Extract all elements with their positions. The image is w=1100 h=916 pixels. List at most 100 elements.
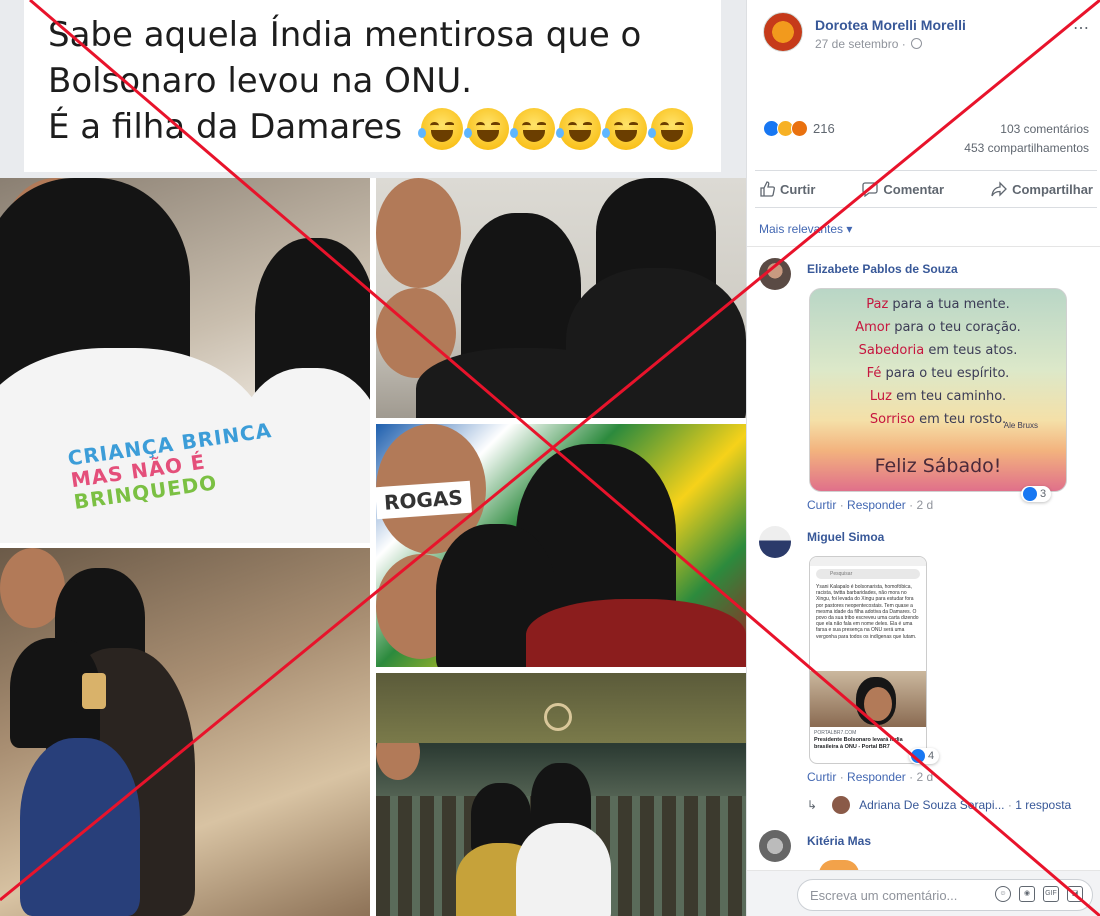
comment-like-link[interactable]: Curtir — [807, 770, 836, 784]
angry-reaction-icon — [791, 120, 808, 137]
share-button-label: Compartilhar — [1012, 181, 1093, 197]
comment-reply-link[interactable]: Responder — [847, 770, 906, 784]
phone-link-caption: PORTALBR7.COM Presidente Bolsonaro levar… — [814, 730, 926, 751]
comment-item: Elizabete Pablos de Souza Paz para a tua… — [759, 258, 1095, 518]
banner-text: ROGAS — [376, 480, 472, 520]
comment-reaction-count: 3 — [1040, 488, 1047, 500]
post-date-text[interactable]: 27 de setembro · — [815, 37, 906, 51]
reply-avatar — [832, 796, 851, 814]
comment-button[interactable]: Comentar — [862, 181, 944, 197]
card-word: Luz — [869, 389, 892, 404]
gif-icon[interactable]: GIF — [1043, 886, 1059, 902]
camera-icon[interactable]: ◉ — [1019, 886, 1035, 902]
screenshot-root: Sabe aquela Índia mentirosa que o Bolson… — [0, 0, 1100, 916]
card-phrase: para o teu coração. — [890, 320, 1021, 335]
collage-photo-un-assembly — [376, 673, 746, 916]
like-reaction-icon — [1023, 487, 1037, 501]
tears-of-joy-emoji — [601, 107, 647, 150]
comment-button-label: Comentar — [883, 181, 945, 197]
speech-bubble-icon — [862, 182, 879, 197]
comment-time[interactable]: 2 d — [916, 498, 933, 512]
comment-actions: Curtir · Responder · 2 d — [807, 770, 934, 784]
reply-count[interactable]: 1 resposta — [1015, 798, 1071, 812]
globe-icon — [911, 38, 923, 49]
phone-link-title: Presidente Bolsonaro levará índia brasil… — [814, 737, 903, 750]
author-name[interactable]: Dorotea Morelli Morelli — [815, 17, 966, 33]
card-footer: Feliz Sábado! — [874, 455, 1002, 477]
comment-actions: Curtir · Responder · 2 d — [807, 498, 934, 512]
comment-item: Miguel Simoa Pesquisar Ysani Kalapalo é … — [759, 526, 1095, 788]
author-avatar[interactable] — [763, 12, 803, 52]
commenter-name[interactable]: Miguel Simoa — [807, 530, 884, 544]
card-word: Amor — [855, 320, 891, 335]
more-options-icon[interactable]: ⋯ — [1073, 18, 1089, 38]
card-word: Sorriso — [869, 412, 915, 427]
post-stats: 216 103 comentários 453 compartilhamento… — [763, 118, 1089, 160]
un-emblem — [544, 703, 572, 731]
thumbs-up-icon — [760, 181, 775, 197]
comment-reaction-badge[interactable]: 3 — [1021, 486, 1052, 502]
card-word: Fé — [866, 366, 882, 381]
card-word: Paz — [866, 297, 889, 312]
post-date[interactable]: 27 de setembro · — [815, 37, 923, 51]
reply-author[interactable]: Adriana De Souza Serapi... — [859, 798, 1004, 812]
commenter-name[interactable]: Kitéria Mas — [807, 834, 871, 848]
emoji-row — [417, 107, 693, 150]
sticker-icon[interactable]: ◪ — [1067, 886, 1083, 902]
like-button[interactable]: Curtir — [759, 181, 815, 197]
like-reaction-icon — [911, 749, 925, 763]
reaction-count[interactable]: 216 — [813, 121, 835, 136]
commenter-avatar[interactable] — [759, 526, 791, 558]
like-button-label: Curtir — [780, 181, 816, 197]
commenter-avatar[interactable] — [759, 258, 791, 290]
comment-screenshot-image[interactable]: Pesquisar Ysani Kalapalo é bolsonarista,… — [809, 556, 927, 764]
composer-icons: ☺ ◉ GIF ◪ — [995, 886, 1083, 902]
card-signature: Ale Bruxs — [1003, 421, 1038, 430]
comment-time[interactable]: 2 d — [916, 770, 933, 784]
collage-photo-mirror-selfie — [0, 548, 370, 916]
caption-line-3: É a filha da Damares — [48, 104, 697, 150]
comment-image-card[interactable]: Paz para a tua mente. Amor para o teu co… — [809, 288, 1067, 492]
divider — [747, 246, 1100, 247]
commenter-name[interactable]: Elizabete Pablos de Souza — [807, 262, 958, 276]
tears-of-joy-emoji — [509, 107, 555, 150]
comment-count[interactable]: 103 comentários — [1000, 122, 1089, 136]
share-count[interactable]: 453 compartilhamentos — [964, 141, 1089, 155]
tears-of-joy-emoji — [463, 107, 509, 150]
card-phrase: para o teu espírito. — [881, 366, 1010, 381]
emoji-icon[interactable]: ☺ — [995, 886, 1011, 902]
phone-link-photo — [810, 671, 926, 727]
tears-of-joy-emoji — [417, 107, 463, 150]
comment-reaction-badge[interactable]: 4 — [909, 748, 940, 764]
post-image-area[interactable]: Sabe aquela Índia mentirosa que o Bolson… — [0, 0, 746, 916]
caption-line-2: Bolsonaro levou na ONU. — [48, 61, 473, 101]
reply-arrow-icon: ↳ — [807, 798, 818, 812]
reaction-summary[interactable]: 216 — [763, 120, 835, 137]
commenter-avatar[interactable] — [759, 830, 791, 862]
card-phrase: em teu caminho. — [891, 389, 1007, 404]
reply-thread-link[interactable]: ↳ Adriana De Souza Serapi... · 1 respost… — [807, 796, 1097, 814]
comment-like-link[interactable]: Curtir — [807, 498, 836, 512]
card-word: Sabedoria — [858, 343, 925, 358]
card-phrase: em teus atos. — [924, 343, 1018, 358]
collage-photo-two-women-smiling — [376, 178, 746, 418]
share-button[interactable]: Compartilhar — [991, 181, 1093, 197]
caption-line-3-text: É a filha da Damares — [48, 107, 403, 147]
post-actions: Curtir Comentar Compartilhar — [755, 170, 1097, 208]
card-phrase: em teu rosto. — [914, 412, 1007, 427]
tears-of-joy-emoji — [555, 107, 601, 150]
share-arrow-icon — [991, 181, 1007, 197]
comment-sort-dropdown[interactable]: Mais relevantes ▾ — [759, 222, 852, 236]
card-text: Paz para a tua mente. Amor para o teu co… — [810, 293, 1066, 431]
comment-item: Kitéria Mas — [759, 830, 1095, 874]
phone-link-url: PORTALBR7.COM — [814, 730, 857, 736]
comment-composer: Escreva um comentário... ☺ ◉ GIF ◪ — [747, 870, 1100, 916]
collage-photo-flag-background: ROGAS — [376, 424, 746, 667]
comment-reaction-count: 4 — [928, 750, 935, 762]
photo-collage: CRIANÇA BRINCA MAS NÃO É BRINQUEDO ROGAS — [0, 178, 746, 916]
post-header: Dorotea Morelli Morelli 27 de setembro ·… — [763, 12, 1093, 58]
phone-search-bar: Pesquisar — [816, 569, 920, 579]
card-phrase: para a tua mente. — [888, 297, 1010, 312]
comment-reply-link[interactable]: Responder — [847, 498, 906, 512]
caption-line-1: Sabe aquela Índia mentirosa que o — [48, 15, 642, 55]
